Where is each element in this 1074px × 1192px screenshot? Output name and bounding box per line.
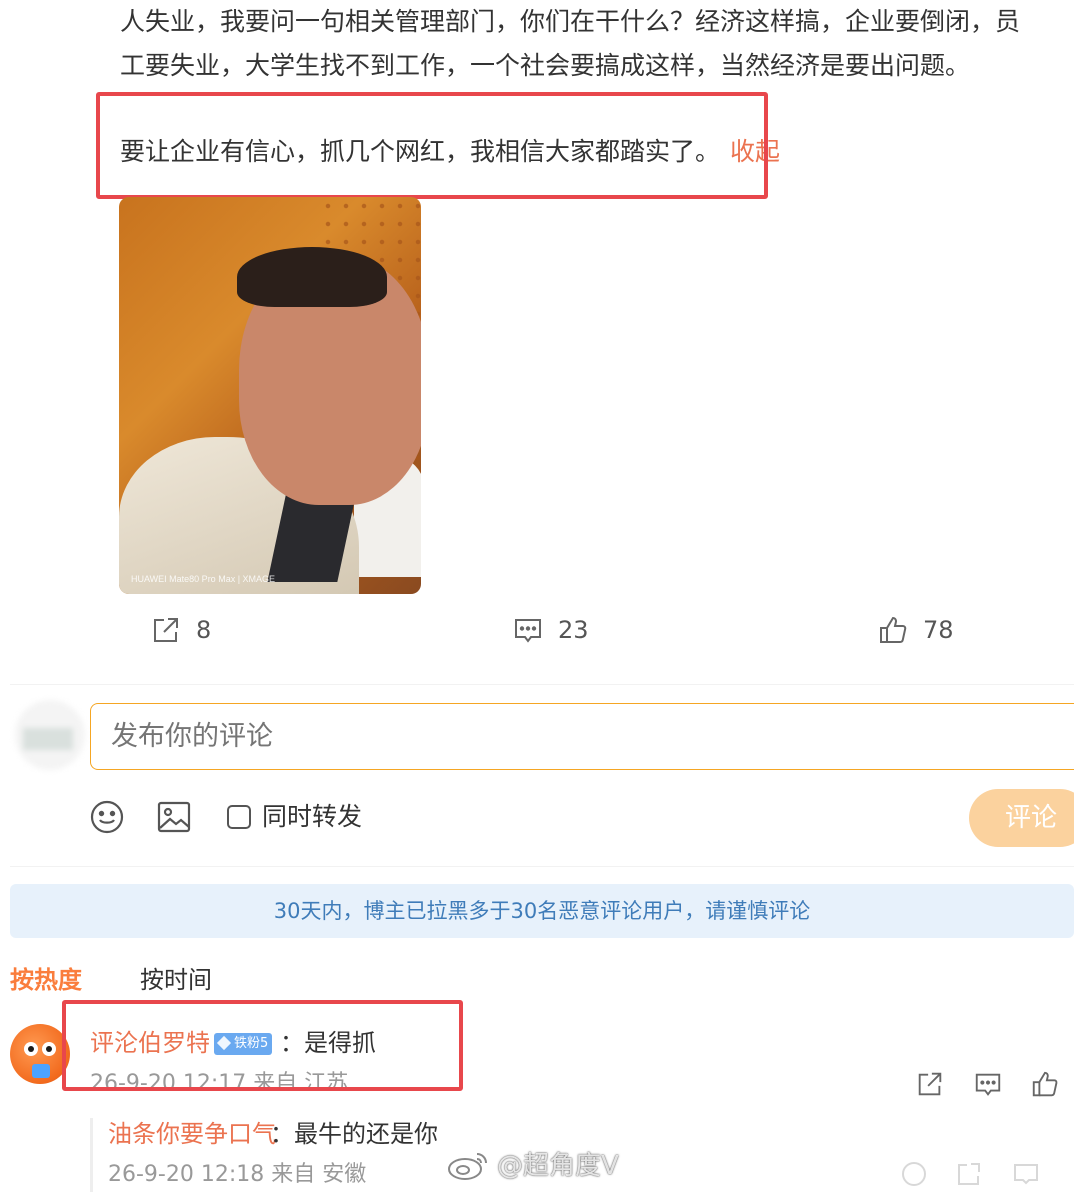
commenter-avatar[interactable] <box>10 1024 70 1084</box>
thumbs-up-icon <box>880 616 907 643</box>
reply-comment-icon[interactable] <box>1012 1160 1040 1188</box>
share-icon <box>154 618 178 642</box>
post-photo[interactable]: HUAWEI Mate80 Pro Max | XMAGE <box>119 197 421 594</box>
avatar-badge <box>32 1064 50 1078</box>
comment-like-icon[interactable] <box>1030 1069 1060 1099</box>
comment-icon <box>515 619 541 643</box>
comment-meta: 26-9-20 12:17 来自 江苏 <box>90 1071 349 1091</box>
divider <box>10 866 1074 867</box>
reply-share-icon[interactable] <box>955 1160 983 1188</box>
repost-checkbox[interactable] <box>227 805 251 829</box>
reply-text: ：最牛的还是你 <box>270 1120 438 1148</box>
like-count: 78 <box>923 616 954 644</box>
comment-count: 23 <box>558 616 589 644</box>
collapse-link[interactable]: 收起 <box>730 137 780 166</box>
comment-share-icon[interactable] <box>915 1069 945 1099</box>
post-text-line-1: 人失业，我要问一句相关管理部门，你们在干什么？经济这样搞，企业要倒闭，员 <box>120 7 1021 36</box>
comment-reply-icon[interactable] <box>973 1069 1003 1099</box>
blocklist-notice: 30天内，博主已拉黑多于30名恶意评论用户，请谨慎评论 <box>10 884 1074 938</box>
reply-author-name[interactable]: 油条你要争口气 <box>108 1116 276 1152</box>
fan-badge[interactable]: 铁粉5 <box>214 1033 273 1055</box>
reply-option-icon[interactable] <box>900 1160 928 1188</box>
reply-thread-line <box>90 1118 93 1192</box>
post-text-line-3: 要让企业有信心，抓几个网红，我相信大家都踏实了。 收起 <box>120 130 1074 174</box>
commenter-name[interactable]: 评沦伯罗特 <box>90 1025 210 1061</box>
repost-label: 同时转发 <box>262 802 363 831</box>
current-user-avatar <box>15 700 85 770</box>
avatar-eye <box>42 1042 56 1056</box>
avatar-eye <box>24 1042 38 1056</box>
tab-sort-time[interactable]: 按时间 <box>140 962 212 998</box>
reply-meta: 26-9-20 12:18 来自 安徽 <box>108 1162 367 1187</box>
submit-comment-button[interactable]: 评论 <box>969 789 1074 847</box>
photo-watermark: HUAWEI Mate80 Pro Max | XMAGE <box>131 574 276 584</box>
image-icon[interactable] <box>156 799 192 835</box>
divider <box>10 684 1074 685</box>
weibo-logo-icon <box>448 1153 487 1180</box>
post-text-highlighted: 要让企业有信心，抓几个网红，我相信大家都踏实了。 <box>120 137 721 166</box>
comment-text: ：是得抓 <box>280 1029 376 1057</box>
watermark-text: @超角度V <box>497 1151 619 1181</box>
like-button[interactable]: 78 <box>877 612 954 648</box>
photo-hair <box>237 247 387 307</box>
share-button[interactable]: 8 <box>150 612 211 648</box>
comment-input[interactable] <box>90 703 1074 770</box>
post-text-line-2: 工要失业，大学生找不到工作，一个社会要搞成这样，当然经济是要出问题。 <box>120 51 971 80</box>
comment-button[interactable]: 23 <box>512 612 589 648</box>
weibo-watermark: @超角度V <box>445 1148 619 1184</box>
emoji-icon[interactable] <box>89 799 125 835</box>
share-count: 8 <box>196 616 212 644</box>
tab-sort-hot[interactable]: 按热度 <box>10 962 82 998</box>
